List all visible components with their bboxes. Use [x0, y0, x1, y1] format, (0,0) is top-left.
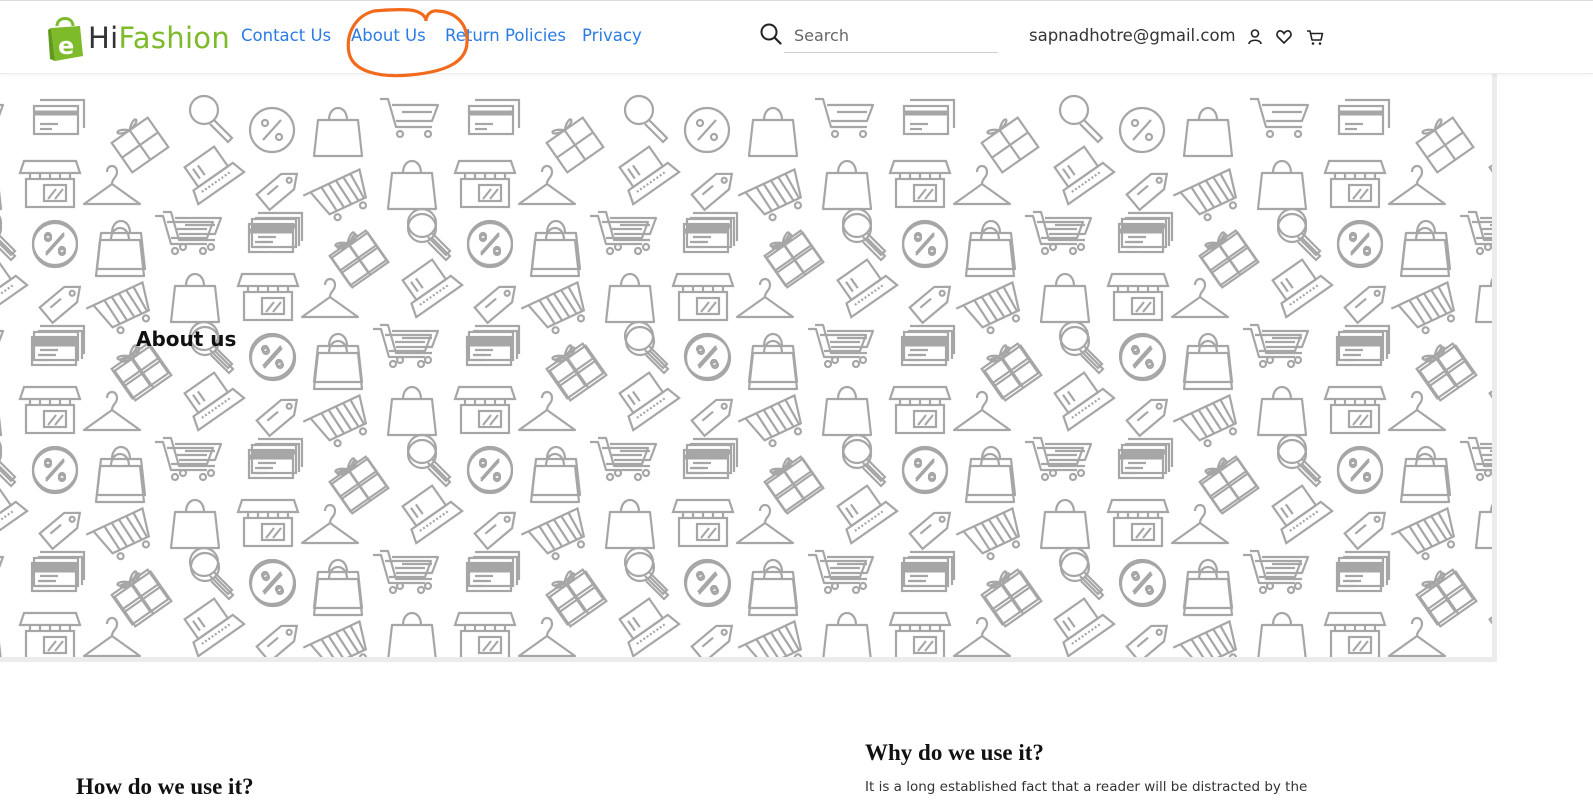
- top-header: e HiFashion Contact Us About Us Return P…: [0, 0, 1593, 78]
- brand-logo[interactable]: e HiFashion: [46, 13, 230, 63]
- user-icon[interactable]: [1246, 28, 1264, 46]
- section-why-title: Why do we use it?: [865, 740, 1044, 765]
- about-banner: About us: [0, 74, 1497, 662]
- nav-contact-us[interactable]: Contact Us: [241, 26, 331, 45]
- logo-letter: e: [58, 32, 74, 60]
- brand-name: HiFashion: [88, 21, 230, 55]
- brand-name-fashion: Fashion: [118, 21, 231, 55]
- cart-icon[interactable]: [1306, 28, 1324, 46]
- brand-name-hi: Hi: [88, 21, 119, 55]
- nav-return-policies[interactable]: Return Policies: [445, 26, 566, 45]
- search-input[interactable]: [784, 19, 998, 53]
- shopping-pattern-background: [0, 74, 1497, 662]
- account-email[interactable]: sapnadhotre@gmail.com: [1029, 26, 1236, 45]
- section-why-text: It is a long established fact that a rea…: [865, 779, 1308, 795]
- section-how-title: How do we use it?: [76, 774, 254, 799]
- nav-privacy[interactable]: Privacy: [582, 26, 642, 45]
- nav-about-us[interactable]: About Us: [351, 26, 426, 45]
- banner-title: About us: [136, 327, 237, 351]
- heart-icon[interactable]: [1275, 28, 1293, 46]
- search-icon[interactable]: [760, 23, 782, 50]
- shopping-bag-logo-icon: e: [48, 17, 83, 61]
